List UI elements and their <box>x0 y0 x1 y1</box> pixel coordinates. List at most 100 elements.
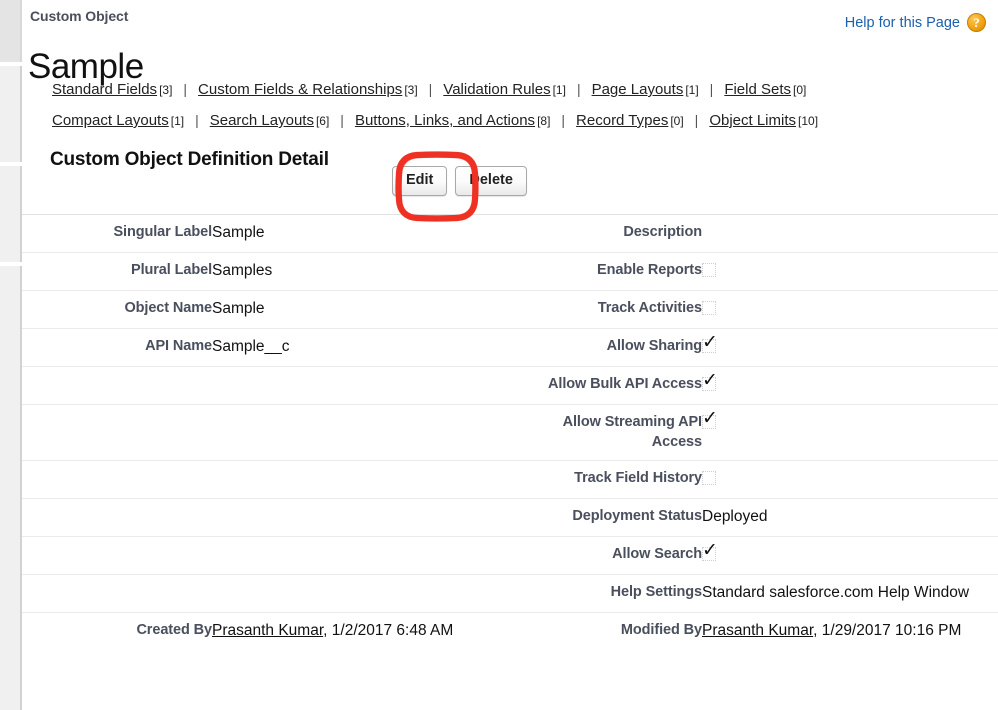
field-value-blank <box>212 405 522 461</box>
checkbox-unchecked-icon <box>702 263 716 277</box>
field-label-singular-label: Singular Label <box>22 215 212 253</box>
help-for-this-page[interactable]: Help for this Page ? <box>845 13 986 32</box>
nav-link-compact-layouts[interactable]: Compact Layouts <box>52 112 169 129</box>
sidebar-strip-block <box>0 266 22 710</box>
detail-row: Singular LabelSampleDescription <box>22 215 998 253</box>
detail-row: API NameSample__cAllow Sharing✓ <box>22 329 998 367</box>
action-button-group: Edit Delete <box>392 166 527 196</box>
definition-detail-table: Singular LabelSampleDescriptionPlural La… <box>22 214 998 650</box>
nav-separator: | <box>418 81 444 97</box>
nav-separator: | <box>699 81 725 97</box>
field-label-track-activities: Track Activities <box>522 291 702 329</box>
checkbox-unchecked-icon <box>702 471 716 485</box>
field-label-api-name: API Name <box>22 329 212 367</box>
nav-separator: | <box>329 112 355 128</box>
detail-row: Allow Search✓ <box>22 537 998 575</box>
field-value-modified-by: Prasanth Kumar, 1/29/2017 10:16 PM <box>702 613 998 651</box>
nav-row: Standard Fields[3]|Custom Fields & Relat… <box>52 76 998 107</box>
field-value-blank <box>212 537 522 575</box>
field-label-allow-bulk-api-access: Allow Bulk API Access <box>522 367 702 405</box>
detail-row: Help SettingsStandard salesforce.com Hel… <box>22 575 998 613</box>
nav-link-object-limits[interactable]: Object Limits <box>709 112 796 129</box>
nav-link-record-types[interactable]: Record Types <box>576 112 668 129</box>
delete-button[interactable]: Delete <box>455 166 527 196</box>
user-link[interactable]: Prasanth Kumar <box>702 622 813 639</box>
nav-link-standard-fields[interactable]: Standard Fields <box>52 81 157 98</box>
nav-link-count: [3] <box>159 83 172 97</box>
field-label-blank <box>22 461 212 499</box>
detail-row: Allow Bulk API Access✓ <box>22 367 998 405</box>
nav-link-count: [1] <box>553 83 566 97</box>
field-value-description <box>702 215 998 253</box>
detail-row: Object NameSampleTrack Activities <box>22 291 998 329</box>
edit-button[interactable]: Edit <box>392 166 447 196</box>
timestamp: , 1/2/2017 6:48 AM <box>323 622 453 639</box>
nav-link-count: [6] <box>316 114 329 128</box>
sidebar-strip-block <box>0 0 22 62</box>
field-label-plural-label: Plural Label <box>22 253 212 291</box>
nav-row: Compact Layouts[1]|Search Layouts[6]|But… <box>52 107 998 138</box>
section-header: Custom Object Definition Detail Edit Dele… <box>22 136 998 214</box>
checkmark-icon: ✓ <box>702 409 718 428</box>
field-label-description: Description <box>522 215 702 253</box>
nav-link-count: [8] <box>537 114 550 128</box>
field-label-allow-sharing: Allow Sharing <box>522 329 702 367</box>
nav-link-count: [0] <box>793 83 806 97</box>
nav-link-count: [1] <box>685 83 698 97</box>
nav-link-buttons-links-and-actions[interactable]: Buttons, Links, and Actions <box>355 112 535 129</box>
nav-separator: | <box>550 112 576 128</box>
field-label-blank <box>22 499 212 537</box>
field-label-help-settings: Help Settings <box>522 575 702 613</box>
field-label-allow-search: Allow Search <box>522 537 702 575</box>
nav-link-count: [10] <box>798 114 818 128</box>
detail-row: Track Field History <box>22 461 998 499</box>
nav-link-count: [3] <box>404 83 417 97</box>
section-title: Custom Object Definition Detail <box>50 148 340 172</box>
field-label-deployment-status: Deployment Status <box>522 499 702 537</box>
field-checkbox-allow-streaming-api-access: ✓ <box>702 405 998 461</box>
nav-link-validation-rules[interactable]: Validation Rules <box>443 81 550 98</box>
checkmark-icon: ✓ <box>702 333 718 352</box>
checkbox-checked-icon: ✓ <box>702 547 716 561</box>
field-label-created-by: Created By <box>22 613 212 651</box>
collapsed-sidebar-strip <box>0 0 22 710</box>
nav-link-count: [1] <box>171 114 184 128</box>
field-label-enable-reports: Enable Reports <box>522 253 702 291</box>
field-label-track-field-history: Track Field History <box>522 461 702 499</box>
detail-row: Allow Streaming API Access✓ <box>22 405 998 461</box>
detail-row: Created ByPrasanth Kumar, 1/2/2017 6:48 … <box>22 613 998 651</box>
timestamp: , 1/29/2017 10:16 PM <box>813 622 961 639</box>
help-for-this-page-link[interactable]: Help for this Page <box>845 15 960 31</box>
field-value-api-name: Sample__c <box>212 329 522 367</box>
checkbox-checked-icon: ✓ <box>702 415 716 429</box>
field-checkbox-enable-reports <box>702 253 998 291</box>
user-link[interactable]: Prasanth Kumar <box>212 622 323 639</box>
checkmark-icon: ✓ <box>702 371 718 390</box>
field-label-blank <box>22 405 212 461</box>
field-value-help-settings: Standard salesforce.com Help Window <box>702 575 998 613</box>
field-label-modified-by: Modified By <box>522 613 702 651</box>
nav-link-field-sets[interactable]: Field Sets <box>724 81 791 98</box>
field-checkbox-track-activities <box>702 291 998 329</box>
custom-object-definition-detail-section: Custom Object Definition Detail Edit Dele… <box>22 136 998 650</box>
field-label-blank <box>22 575 212 613</box>
nav-separator: | <box>566 81 592 97</box>
field-value-created-by: Prasanth Kumar, 1/2/2017 6:48 AM <box>212 613 522 651</box>
checkmark-icon: ✓ <box>702 541 718 560</box>
nav-link-custom-fields-relationships[interactable]: Custom Fields & Relationships <box>198 81 402 98</box>
nav-separator: | <box>184 112 210 128</box>
field-value-blank <box>212 575 522 613</box>
sidebar-strip-block <box>0 166 22 262</box>
checkbox-unchecked-icon <box>702 301 716 315</box>
nav-link-page-layouts[interactable]: Page Layouts <box>592 81 684 98</box>
field-checkbox-track-field-history <box>702 461 998 499</box>
nav-separator: | <box>684 112 710 128</box>
nav-link-search-layouts[interactable]: Search Layouts <box>210 112 314 129</box>
field-value-plural-label: Samples <box>212 253 522 291</box>
field-label-allow-streaming-api-access: Allow Streaming API Access <box>522 405 702 461</box>
object-type-eyebrow: Custom Object <box>30 8 128 24</box>
detail-row: Deployment StatusDeployed <box>22 499 998 537</box>
question-mark-circle-icon[interactable]: ? <box>967 13 986 32</box>
field-checkbox-allow-bulk-api-access: ✓ <box>702 367 998 405</box>
field-value-singular-label: Sample <box>212 215 522 253</box>
